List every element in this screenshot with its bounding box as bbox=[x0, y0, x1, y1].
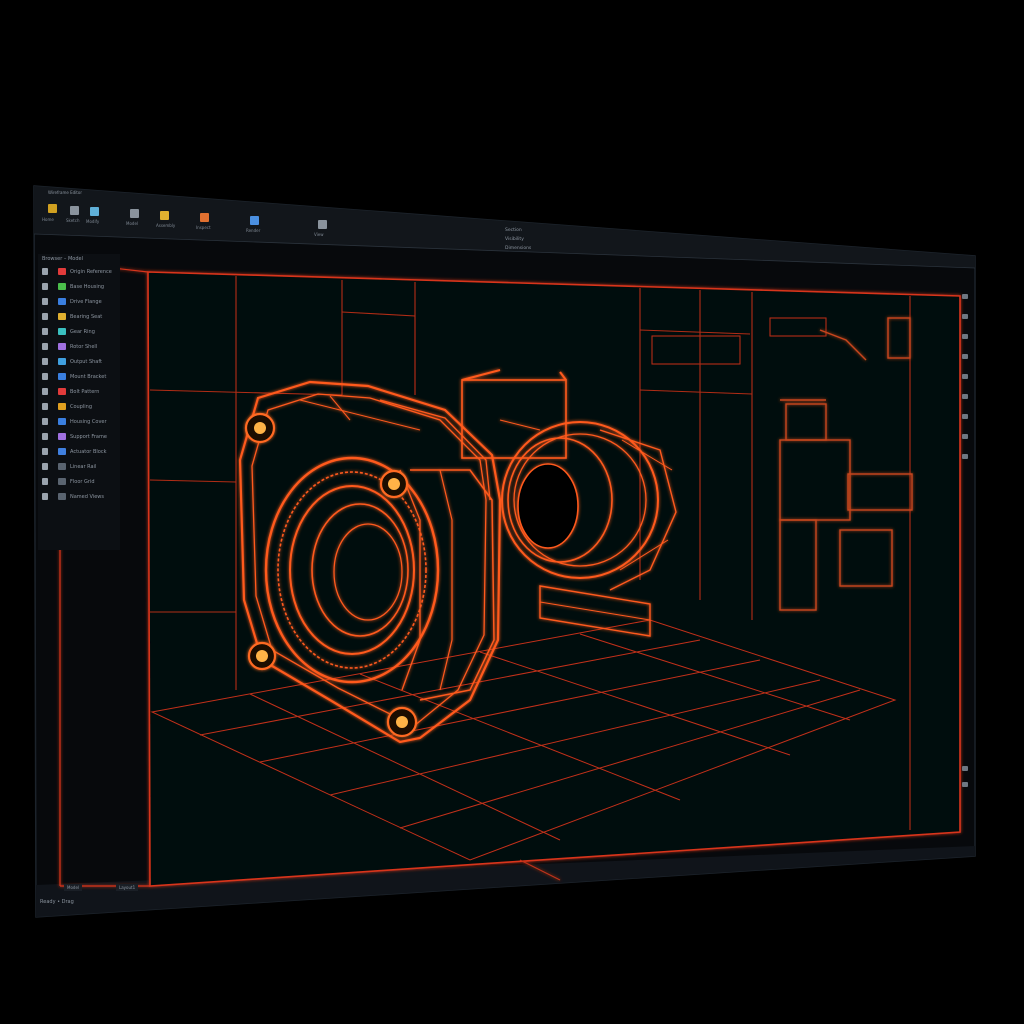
modify-icon[interactable] bbox=[90, 207, 99, 216]
browser-item[interactable]: Origin Reference bbox=[42, 266, 118, 278]
part-icon bbox=[58, 328, 66, 335]
tab-layout1[interactable]: Layout1 bbox=[116, 884, 139, 891]
pencil-icon bbox=[42, 448, 48, 455]
pencil-icon bbox=[42, 493, 48, 500]
part-icon bbox=[58, 283, 66, 290]
screen-chrome bbox=[33, 185, 976, 918]
ribbon-panel-item[interactable]: Dimensions bbox=[505, 246, 531, 251]
window-title: Wireframe Editor bbox=[48, 190, 82, 195]
navigation-icon[interactable] bbox=[962, 766, 968, 771]
part-icon bbox=[58, 493, 66, 500]
pencil-icon bbox=[42, 343, 48, 350]
monitor-screen: Home Sketch Modify Model Assembly Inspec… bbox=[0, 0, 1024, 1024]
status-text: Ready • Drag bbox=[40, 899, 74, 905]
part-icon bbox=[58, 403, 66, 410]
browser-item[interactable]: Bearing Seat bbox=[42, 311, 118, 323]
inspect-icon[interactable] bbox=[200, 213, 209, 222]
ribbon-toolbar: Home Sketch Modify Model Assembly Inspec… bbox=[40, 196, 970, 240]
part-icon bbox=[58, 388, 66, 395]
pan-icon[interactable] bbox=[962, 314, 968, 319]
look-icon[interactable] bbox=[962, 374, 968, 379]
assembly-icon[interactable] bbox=[160, 211, 169, 220]
pencil-icon bbox=[42, 328, 48, 335]
ribbon-panel-item[interactable]: Section bbox=[505, 228, 522, 233]
model-icon[interactable] bbox=[130, 209, 139, 218]
model-browser: Browser – Model Origin Reference Base Ho… bbox=[38, 254, 120, 550]
pencil-icon bbox=[42, 358, 48, 365]
pencil-icon bbox=[42, 433, 48, 440]
pencil-icon bbox=[42, 313, 48, 320]
browser-item[interactable]: Coupling bbox=[42, 401, 118, 413]
browser-item[interactable]: Named Views bbox=[42, 491, 118, 503]
browser-item[interactable]: Floor Grid bbox=[42, 476, 118, 488]
ribbon-group-label: Sketch bbox=[66, 218, 80, 223]
pencil-icon bbox=[42, 403, 48, 410]
pencil-icon bbox=[42, 298, 48, 305]
part-icon bbox=[58, 418, 66, 425]
browser-item[interactable]: Output Shaft bbox=[42, 356, 118, 368]
ribbon-group-label: Assembly bbox=[156, 223, 176, 228]
pencil-icon bbox=[42, 388, 48, 395]
home-icon[interactable] bbox=[48, 204, 57, 213]
ribbon-group-label: Model bbox=[126, 221, 139, 226]
browser-item[interactable]: Base Housing bbox=[42, 281, 118, 293]
browser-item[interactable]: Rotor Shell bbox=[42, 341, 118, 353]
part-icon bbox=[58, 463, 66, 470]
section-icon[interactable] bbox=[962, 394, 968, 399]
part-icon bbox=[58, 343, 66, 350]
zoom-icon[interactable] bbox=[962, 334, 968, 339]
part-icon bbox=[58, 313, 66, 320]
browser-item[interactable]: Housing Cover bbox=[42, 416, 118, 428]
part-icon bbox=[58, 373, 66, 380]
ribbon-group-label: Modify bbox=[86, 219, 100, 224]
grid-icon[interactable] bbox=[962, 434, 968, 439]
pencil-icon bbox=[42, 283, 48, 290]
pencil-icon bbox=[42, 268, 48, 275]
viewcube-icon[interactable] bbox=[962, 782, 968, 787]
sketch-icon[interactable] bbox=[70, 206, 79, 215]
browser-item[interactable]: Support Frame bbox=[42, 431, 118, 443]
pencil-icon bbox=[42, 463, 48, 470]
pencil-icon bbox=[42, 478, 48, 485]
viewport[interactable] bbox=[59, 261, 961, 887]
pencil-icon bbox=[42, 373, 48, 380]
display-icon[interactable] bbox=[962, 414, 968, 419]
part-icon bbox=[58, 268, 66, 275]
view-toolbar bbox=[960, 286, 974, 806]
view-icon[interactable] bbox=[318, 220, 327, 229]
pencil-icon bbox=[42, 418, 48, 425]
browser-item[interactable]: Drive Flange bbox=[42, 296, 118, 308]
fit-icon[interactable] bbox=[962, 354, 968, 359]
ribbon-group-label: Render bbox=[246, 228, 261, 233]
part-icon bbox=[58, 478, 66, 485]
browser-item[interactable]: Linear Rail bbox=[42, 461, 118, 473]
render-icon[interactable] bbox=[250, 216, 259, 225]
browser-title: Browser – Model bbox=[42, 256, 83, 262]
tab-model[interactable]: Model bbox=[64, 884, 83, 891]
browser-item[interactable]: Mount Bracket bbox=[42, 371, 118, 383]
browser-item[interactable]: Bolt Pattern bbox=[42, 386, 118, 398]
ribbon-panel-item[interactable]: Visibility bbox=[505, 237, 524, 242]
ribbon-group-label: Inspect bbox=[196, 225, 211, 230]
browser-item[interactable]: Actuator Block bbox=[42, 446, 118, 458]
settings-icon[interactable] bbox=[962, 454, 968, 459]
browser-item[interactable]: Gear Ring bbox=[42, 326, 118, 338]
part-icon bbox=[58, 448, 66, 455]
ribbon-group-label: View bbox=[314, 232, 324, 237]
orbit-icon[interactable] bbox=[962, 294, 968, 299]
part-icon bbox=[58, 298, 66, 305]
part-icon bbox=[58, 358, 66, 365]
ribbon-group-label: Home bbox=[42, 217, 54, 222]
part-icon bbox=[58, 433, 66, 440]
